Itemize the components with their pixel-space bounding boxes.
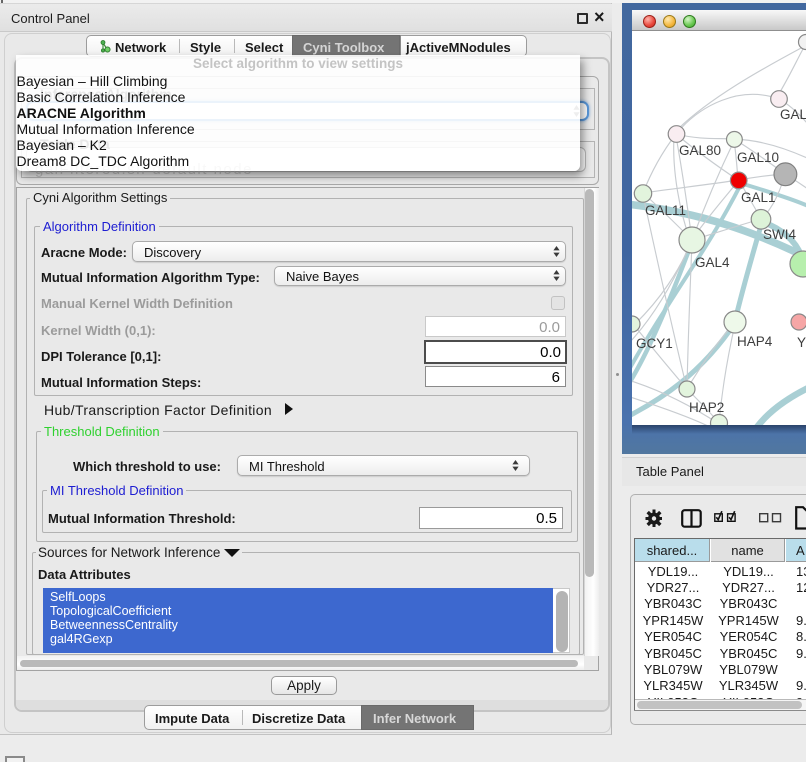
svg-text:GAL4: GAL4 [695, 255, 730, 270]
svg-text:Y: Y [797, 335, 806, 350]
svg-text:HAP2: HAP2 [689, 400, 724, 415]
svg-text:GAL80: GAL80 [679, 143, 721, 158]
svg-text:HAP4: HAP4 [737, 334, 773, 349]
svg-text:GAL11: GAL11 [645, 203, 686, 218]
svg-text:GCY1: GCY1 [636, 336, 673, 351]
svg-text:GAL7: GAL7 [780, 107, 806, 122]
svg-text:SWI4: SWI4 [763, 227, 796, 242]
svg-text:GAL10: GAL10 [737, 150, 779, 165]
svg-text:GAL1: GAL1 [741, 190, 776, 205]
